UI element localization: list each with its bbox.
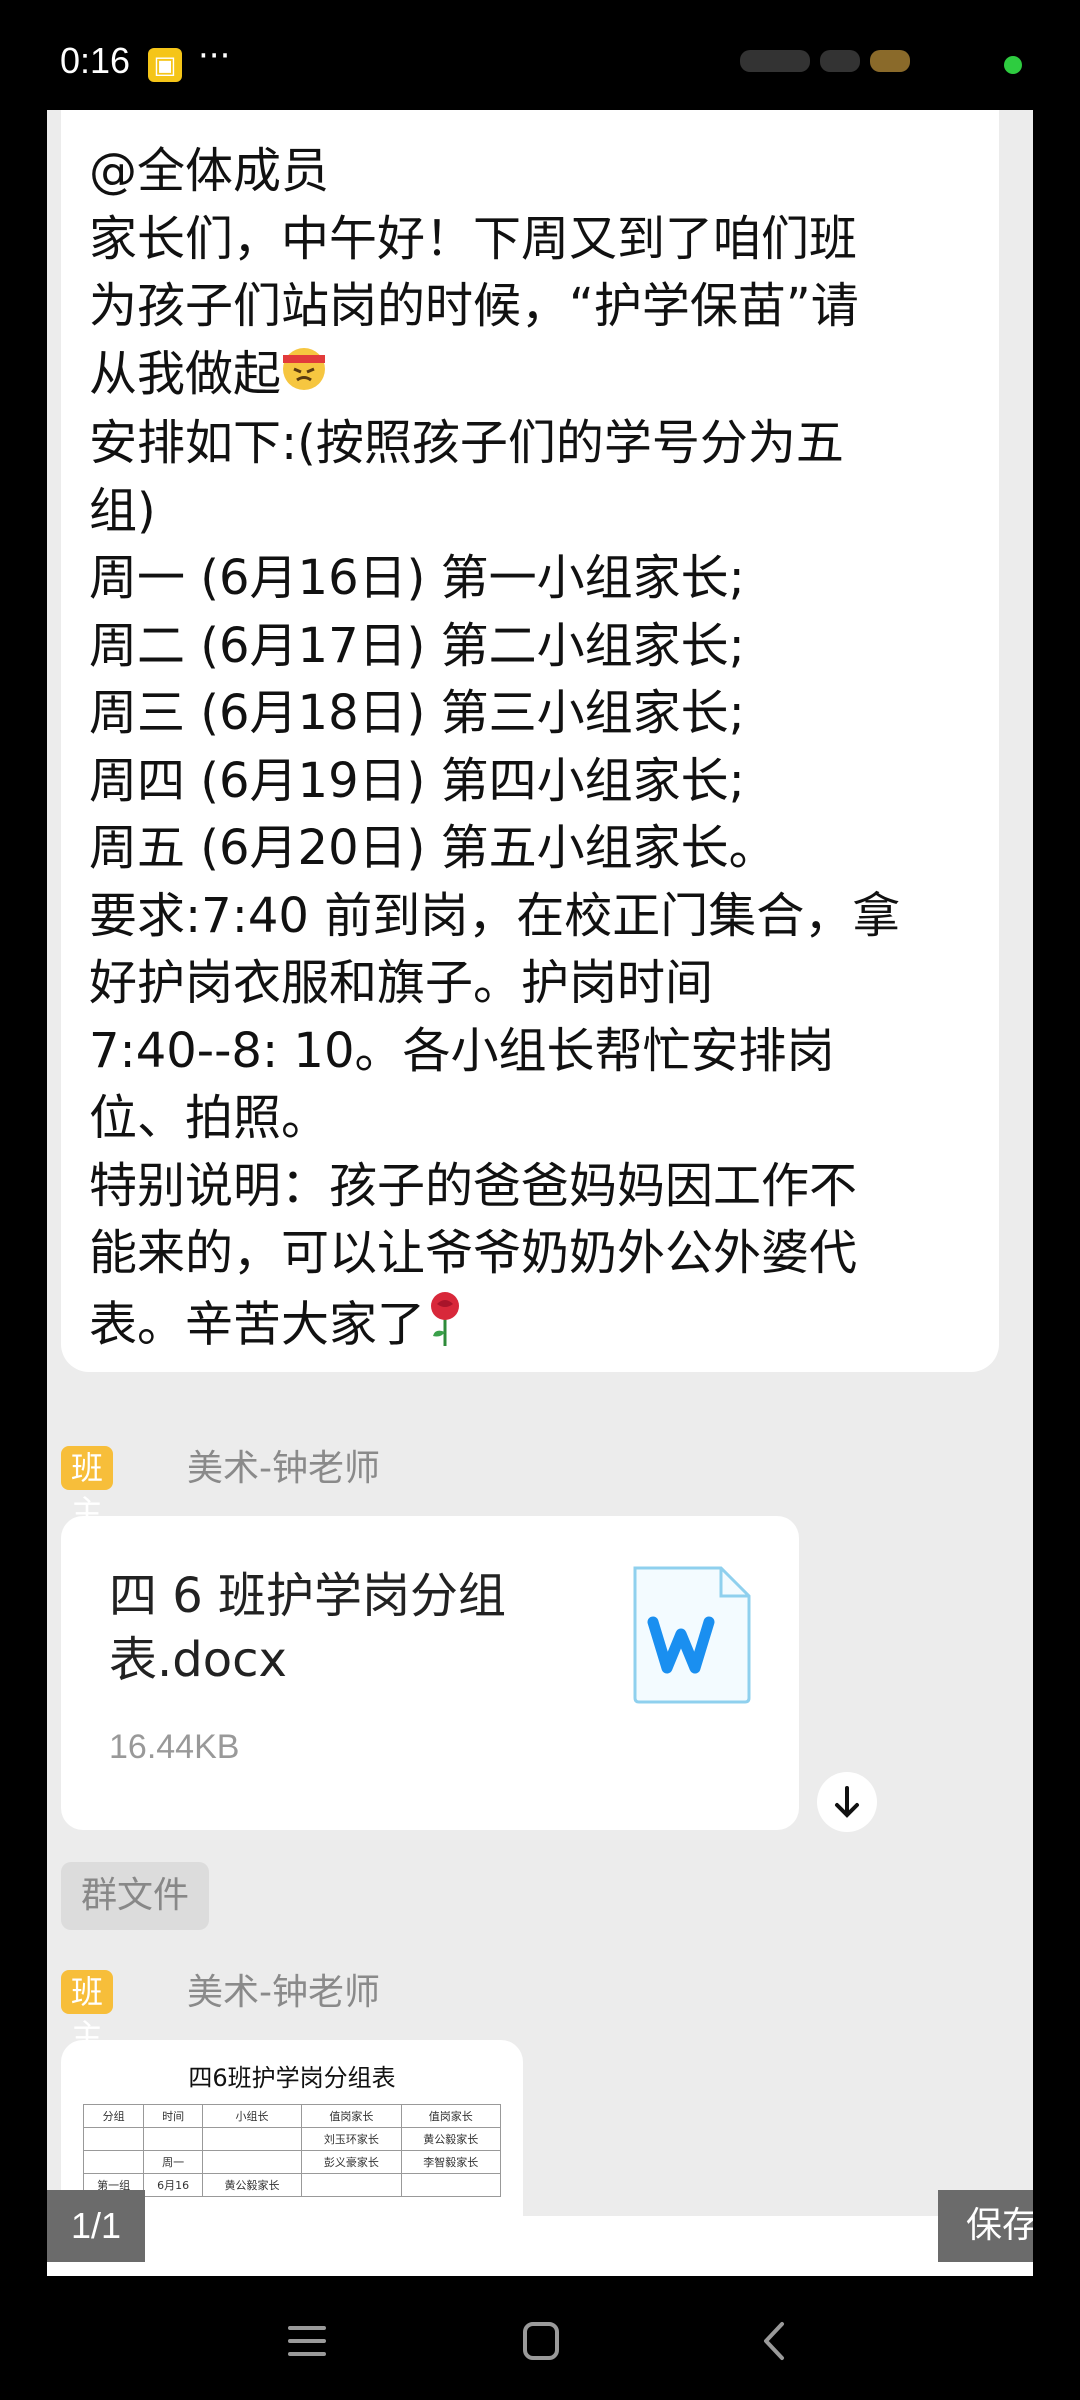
message-line: 周三 (6月18日) 第三小组家长; xyxy=(89,685,745,742)
system-nav-bar xyxy=(0,2276,1080,2400)
status-time: 0:16 xyxy=(60,40,131,81)
home-icon[interactable] xyxy=(505,2306,575,2376)
notification-app-icon: ▣ xyxy=(148,48,182,82)
group-files-link[interactable]: 群文件 xyxy=(61,1862,209,1930)
message-line: 特别说明：孩子的爸爸妈妈因工作不 xyxy=(89,1157,858,1214)
image-viewer[interactable]: @全体成员 家长们，中午好！下周又到了咱们班 为孩子们站岗的时候，“护学保苗”请… xyxy=(47,110,1033,2275)
page-indicator: 1/1 xyxy=(47,2190,145,2262)
message-line-text: 表。辛苦大家了 xyxy=(89,1296,426,1352)
table-header: 分组 xyxy=(82,2104,145,2128)
sender-name[interactable]: 美术-钟老师 xyxy=(187,1446,380,1492)
message-line: 为孩子们站岗的时候，“护学保苗”请 xyxy=(89,278,859,334)
determined-face-emoji xyxy=(281,343,327,411)
status-bar: 0:16 ▣ ··· xyxy=(0,0,1080,110)
thumbnail-title: 四6班护学岗分组表 xyxy=(188,2064,396,2092)
message-line: 周一 (6月16日) 第一小组家长; xyxy=(89,550,745,607)
message-line: 家长们，中午好！下周又到了咱们班 xyxy=(89,210,858,267)
message-line: 7:40--8: 10。各小组长帮忙安排岗 xyxy=(89,1022,835,1079)
battery-indicator-icon xyxy=(1004,56,1022,74)
file-card[interactable]: 四 6 班护学岗分组表.docx 16.44KB xyxy=(61,1516,799,1830)
file-name: 四 6 班护学岗分组表.docx xyxy=(109,1568,507,1688)
message-line-with-emoji: 表。辛苦大家了 xyxy=(89,1288,989,1367)
table-header: 小组长 xyxy=(201,2104,303,2128)
save-button[interactable]: 保存 xyxy=(938,2190,1033,2262)
table-header: 值岗家长 xyxy=(400,2104,502,2128)
back-icon[interactable] xyxy=(740,2306,810,2376)
message-text: @全体成员 家长们，中午好！下周又到了咱们班 为孩子们站岗的时候，“护学保苗”请… xyxy=(89,138,989,1366)
thumbnail-table: 分组 时间 小组长 值岗家长 值岗家长 刘玉环家长 黄公毅家长 周一 彭义豪家长… xyxy=(82,2104,502,2197)
word-doc-icon xyxy=(633,1566,751,1704)
table-row: 第一组 6月16 黄公毅家长 xyxy=(82,2173,502,2197)
message-line: 要求:7:40 前到岗，在校正门集合，拿 xyxy=(89,887,901,944)
role-badge: 班主任 xyxy=(61,1446,114,1575)
table-header: 时间 xyxy=(143,2104,203,2128)
message-line: @全体成员 xyxy=(89,143,330,199)
message-line: 位、拍照。 xyxy=(89,1090,330,1147)
menu-icon[interactable] xyxy=(272,2306,342,2376)
more-notifications-icon: ··· xyxy=(198,36,231,76)
table-row: 刘玉环家长 黄公毅家长 xyxy=(82,2127,502,2151)
message-line-with-emoji: 从我做起 xyxy=(89,341,989,411)
message-line: 周二 (6月17日) 第二小组家长; xyxy=(89,617,745,674)
viewer-bottom-strip xyxy=(47,2216,1033,2276)
download-button[interactable] xyxy=(817,1772,877,1832)
role-badge: 班主任 xyxy=(61,1970,114,2099)
file-size: 16.44KB xyxy=(109,1728,240,1766)
message-line: 好护岗衣服和旗子。护岗时间 xyxy=(89,955,714,1012)
table-header: 值岗家长 xyxy=(301,2104,402,2128)
sender-name[interactable]: 美术-钟老师 xyxy=(187,1970,380,2016)
download-arrow-icon xyxy=(835,1786,859,1818)
message-line: 安排如下:(按照孩子们的学号分为五 xyxy=(89,415,844,472)
message-line: 组) xyxy=(89,482,156,539)
message-line: 能来的，可以让爷爷奶奶外公外婆代 xyxy=(89,1225,858,1282)
message-line-text: 从我做起 xyxy=(89,345,282,402)
rose-emoji xyxy=(425,1288,465,1367)
status-icons-blurred xyxy=(740,50,960,80)
message-line: 周五 (6月20日) 第五小组家长。 xyxy=(89,820,777,877)
message-line: 周四 (6月19日) 第四小组家长; xyxy=(89,752,745,809)
message-bubble[interactable]: @全体成员 家长们，中午好！下周又到了咱们班 为孩子们站岗的时候，“护学保苗”请… xyxy=(61,110,999,1372)
table-row: 周一 彭义豪家长 李智毅家长 xyxy=(82,2150,502,2174)
